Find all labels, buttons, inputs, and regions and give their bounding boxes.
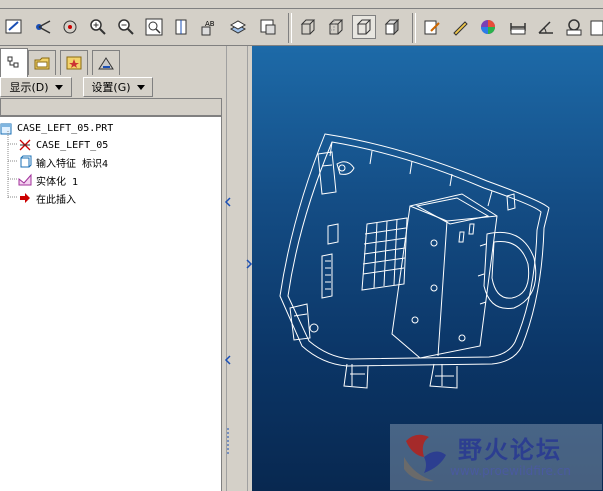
orient-icon[interactable]	[58, 15, 82, 39]
tab-connections[interactable]	[92, 50, 120, 75]
shading-icon[interactable]	[380, 15, 404, 39]
speaker	[483, 231, 537, 310]
zoom-out-icon[interactable]	[114, 15, 138, 39]
tree-connector-lines	[7, 131, 18, 198]
housing-outline	[279, 133, 550, 367]
watermark-title: 野火论坛	[458, 436, 562, 464]
collapse-left-icon[interactable]	[224, 196, 232, 208]
wireframe-icon[interactable]	[296, 15, 320, 39]
dropdown-arrow-icon	[136, 84, 145, 90]
show-menu-button[interactable]: 显示(D)	[0, 77, 72, 97]
navigator-tabs	[0, 46, 222, 77]
left-upper-ribs	[327, 223, 339, 245]
boss-top	[336, 161, 355, 175]
left-foot	[343, 363, 369, 389]
tree-item-csys[interactable]: CASE_LEFT_05	[18, 137, 108, 153]
measure-distance-icon[interactable]	[506, 15, 530, 39]
tree-item-import-feature[interactable]: 输入特征 标识4	[18, 154, 108, 170]
tree-column-header	[0, 98, 222, 116]
small-boss	[338, 164, 346, 172]
right-foot	[429, 363, 458, 389]
hidden-line-icon[interactable]	[324, 15, 348, 39]
model-tree-icon	[7, 56, 19, 68]
left-ribs	[321, 253, 333, 299]
measure-diameter-icon[interactable]	[562, 15, 586, 39]
left-top-bracket	[317, 151, 337, 195]
appearance-icon[interactable]	[476, 15, 500, 39]
tree-root-label: CASE_LEFT_05.PRT	[17, 122, 114, 134]
tab-folder-browser[interactable]	[28, 50, 56, 75]
tab-model-tree[interactable]	[0, 48, 28, 77]
tree-item-solidify[interactable]: 实体化 1	[18, 172, 78, 188]
model-tree: CASE_LEFT_05.PRT CASE_LEFT_05 输入特征 标识4 实…	[0, 116, 222, 491]
no-hidden-icon[interactable]	[352, 15, 376, 39]
favorites-icon	[66, 56, 82, 70]
edit-icon[interactable]	[420, 15, 444, 39]
insert-here-arrow-icon	[20, 193, 30, 203]
more-tools-icon[interactable]	[588, 15, 603, 39]
top-toolbar-partial	[0, 0, 603, 9]
tree-item-insert-here[interactable]: 在此插入	[18, 190, 76, 206]
sketch-tool-icon[interactable]	[2, 15, 26, 39]
panel-splitter[interactable]	[222, 46, 253, 491]
datum-display-icon[interactable]: AB	[198, 15, 222, 39]
tree-item-label: 输入特征 标识4	[36, 158, 109, 170]
import-feature-icon	[20, 155, 32, 168]
box-hole	[430, 239, 438, 247]
tree-item-label: 在此插入	[36, 194, 76, 206]
connections-icon	[98, 57, 114, 70]
box-hole	[411, 316, 419, 324]
small-boss	[309, 323, 319, 333]
tree-item-label: 实体化 1	[36, 176, 79, 188]
watermark: 野火论坛 www.proewildfire.cn	[390, 424, 602, 490]
model-tree-toggle-icon[interactable]	[256, 15, 280, 39]
reorient-icon[interactable]	[170, 15, 194, 39]
watermark-url: www.proewildfire.cn	[450, 464, 571, 478]
measure-angle-icon[interactable]	[534, 15, 558, 39]
tab-favorites[interactable]	[60, 50, 88, 75]
watermark-logo	[404, 434, 446, 482]
dropdown-arrow-icon	[54, 84, 63, 90]
speaker-inner	[491, 240, 530, 299]
collapse-left-icon[interactable]	[224, 354, 232, 366]
splitter-grip[interactable]	[224, 426, 232, 456]
settings-menu-button[interactable]: 设置(G)	[83, 77, 153, 97]
pencil-icon[interactable]	[448, 15, 472, 39]
housing-inner-outline	[287, 141, 542, 360]
box-hole	[458, 334, 466, 342]
csys-icon	[19, 139, 31, 151]
inner-box	[391, 193, 498, 359]
spin-center-icon[interactable]	[32, 15, 56, 39]
solidify-icon	[18, 173, 32, 186]
graphics-window[interactable]: 野火论坛 www.proewildfire.cn	[252, 46, 603, 491]
rim-details	[329, 141, 493, 207]
show-menu-label: 显示(D)	[9, 81, 49, 94]
tree-item-label: CASE_LEFT_05	[36, 139, 109, 151]
folder-icon	[34, 57, 50, 70]
tree-menu-bar: 显示(D) 设置(G)	[0, 76, 222, 97]
main-toolbar: AB	[0, 9, 603, 46]
box-hole	[430, 284, 438, 292]
zoom-in-icon[interactable]	[86, 15, 110, 39]
refit-icon[interactable]	[142, 15, 166, 39]
settings-menu-label: 设置(G)	[91, 81, 131, 94]
box-slots	[458, 223, 475, 243]
layer-tool-icon[interactable]	[226, 15, 250, 39]
